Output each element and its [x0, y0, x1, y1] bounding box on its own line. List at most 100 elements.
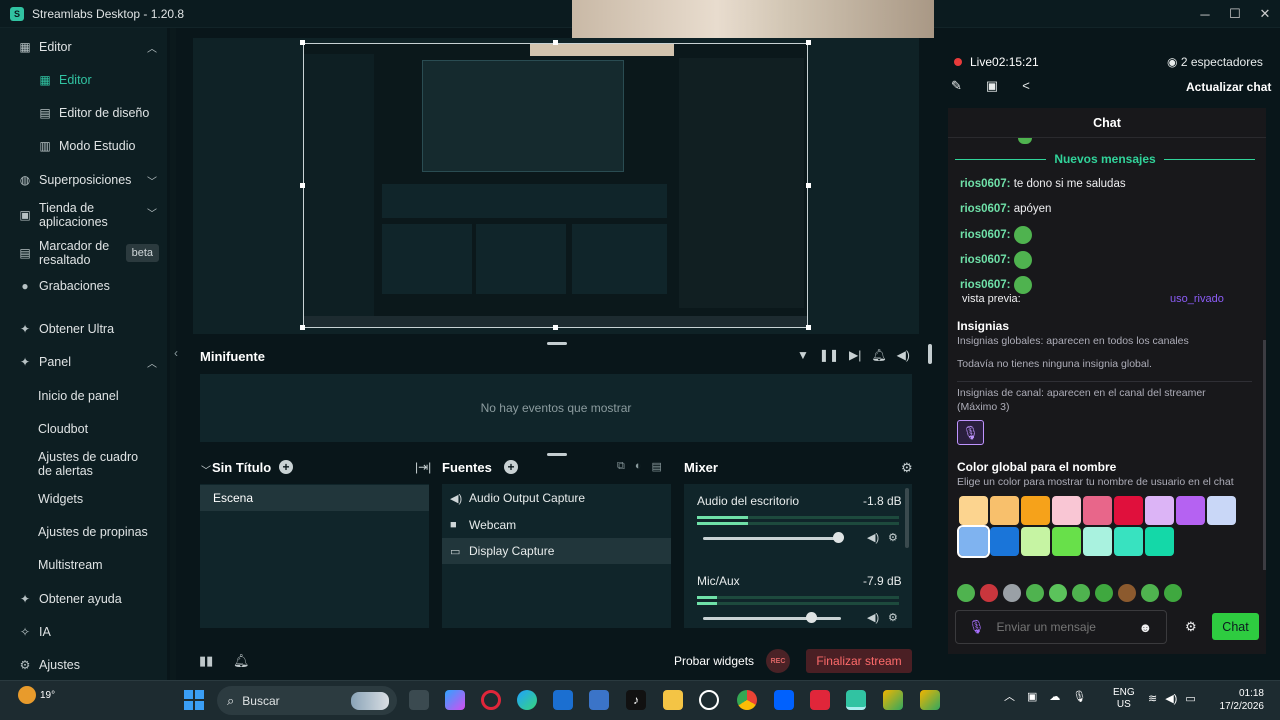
- sidebar-item-ai[interactable]: ✧ IA: [0, 623, 167, 641]
- chat-username[interactable]: rios0607:: [960, 229, 1011, 241]
- scene-item[interactable]: Escena: [200, 485, 429, 511]
- resize-handle[interactable]: [806, 40, 811, 45]
- mute-icon[interactable]: ◀): [867, 611, 879, 624]
- source-item-audio[interactable]: ◀) Audio Output Capture: [442, 485, 671, 511]
- source-item-webcam[interactable]: ■ Webcam: [442, 512, 671, 538]
- chat-username[interactable]: rios0607:: [960, 254, 1011, 266]
- sidebar-item-editor[interactable]: ▦ Editor ︿: [0, 38, 167, 56]
- weather-widget[interactable]: 19°: [18, 686, 55, 704]
- app-icon[interactable]: [883, 690, 903, 710]
- emote-icon[interactable]: [1141, 584, 1159, 602]
- resize-handle[interactable]: [553, 40, 558, 45]
- sidebar-item-highlighter[interactable]: ▤ Marcador de resaltado beta: [0, 238, 167, 268]
- sidebar-item-dashboard[interactable]: ✦ Panel ︿: [0, 353, 167, 371]
- sidebar-item-tips[interactable]: Ajustes de propinas: [0, 523, 167, 541]
- display-capture-preview[interactable]: [303, 43, 808, 328]
- store-app-icon[interactable]: [589, 690, 609, 710]
- emoji-picker-icon[interactable]: ☻: [1139, 620, 1153, 635]
- chat-scrollbar[interactable]: [1263, 340, 1266, 570]
- share-icon[interactable]: <: [1022, 78, 1030, 94]
- tiktok-icon[interactable]: ♪: [626, 690, 646, 710]
- channel-settings-icon[interactable]: ⚙: [888, 611, 898, 624]
- taskbar-search[interactable]: ⌕ Buscar: [217, 686, 397, 715]
- add-scene-icon[interactable]: +: [279, 460, 293, 474]
- tray-chevron-icon[interactable]: ︿: [1004, 688, 1015, 704]
- mixer-scrollbar[interactable]: [905, 488, 909, 548]
- chat-send-button[interactable]: Chat: [1212, 613, 1259, 640]
- color-swatch[interactable]: [957, 525, 990, 558]
- sidebar-item-alertbox[interactable]: Ajustes de cuadro de alertas: [0, 449, 167, 479]
- emote-icon[interactable]: [1072, 584, 1090, 602]
- chat-message-input[interactable]: 🎙︎ ☻: [955, 610, 1167, 644]
- sidebar-item-help[interactable]: ✦ Obtener ayuda: [0, 590, 167, 608]
- resize-handle[interactable]: [806, 183, 811, 188]
- streamlabs-taskbar-icon[interactable]: [846, 690, 866, 710]
- close-button[interactable]: ✕: [1250, 6, 1280, 22]
- microphone-icon[interactable]: 🎙︎: [1072, 690, 1086, 703]
- pause-icon[interactable]: ❚❚: [819, 348, 839, 362]
- dropbox-icon[interactable]: [774, 690, 794, 710]
- refresh-chat-button[interactable]: Actualizar chat: [1186, 80, 1271, 94]
- resize-handle[interactable]: [553, 325, 558, 330]
- sidebar-item-studio-mode[interactable]: ▥ Modo Estudio: [0, 137, 167, 155]
- mixer-settings-icon[interactable]: ⚙: [901, 460, 913, 476]
- source-copy-icon[interactable]: ⧉: [617, 460, 625, 473]
- resize-handle[interactable]: [806, 325, 811, 330]
- color-swatch[interactable]: [1114, 527, 1143, 556]
- emote-icon[interactable]: [1164, 584, 1182, 602]
- sidebar-item-widgets[interactable]: Widgets: [0, 490, 167, 508]
- source-folder-icon[interactable]: ▤: [652, 460, 662, 473]
- collapse-left-icon[interactable]: ‹: [174, 346, 178, 360]
- color-swatch[interactable]: [1145, 527, 1174, 556]
- emote-icon[interactable]: [1003, 584, 1021, 602]
- color-swatch[interactable]: [1021, 527, 1050, 556]
- volume-slider[interactable]: [703, 537, 841, 540]
- sidebar-item-ultra[interactable]: ✦ Obtener Ultra: [0, 320, 167, 338]
- mic-icon[interactable]: 🎙︎: [968, 619, 985, 635]
- scenes-title[interactable]: Sin Título: [212, 460, 271, 475]
- chat-username[interactable]: rios0607:: [960, 279, 1011, 291]
- emote-icon[interactable]: [957, 584, 975, 602]
- preview-resize-handle[interactable]: [547, 342, 567, 345]
- source-item-display[interactable]: ▭ Display Capture: [442, 538, 671, 564]
- channel-badge-mic-icon[interactable]: 🎙︎: [957, 420, 984, 445]
- bell-icon[interactable]: 🔔︎: [871, 348, 886, 362]
- add-source-icon[interactable]: +: [504, 460, 518, 474]
- onedrive-icon[interactable]: ☁: [1049, 690, 1060, 703]
- sidebar-item-overlays[interactable]: ◍ Superposiciones ﹀: [0, 171, 167, 189]
- color-swatch[interactable]: [1052, 527, 1081, 556]
- color-swatch[interactable]: [1052, 496, 1081, 525]
- network-volume-battery[interactable]: ≋ ◀) ▭: [1148, 692, 1196, 705]
- emote-icon[interactable]: [980, 584, 998, 602]
- start-button[interactable]: [184, 690, 204, 710]
- color-swatch[interactable]: [1207, 496, 1236, 525]
- emote-icon[interactable]: [1049, 584, 1067, 602]
- minimize-button[interactable]: ─: [1190, 7, 1220, 22]
- color-swatch[interactable]: [1083, 496, 1112, 525]
- clipboard-icon[interactable]: ▣: [986, 78, 998, 94]
- skip-icon[interactable]: ▶|: [849, 348, 861, 362]
- volume-slider[interactable]: [703, 617, 841, 620]
- app-icon[interactable]: [920, 690, 940, 710]
- sidebar-item-multistream[interactable]: Multistream: [0, 556, 167, 574]
- resize-handle[interactable]: [300, 183, 305, 188]
- main-scrollbar[interactable]: [928, 344, 932, 364]
- stats-icon[interactable]: ▮▮: [199, 653, 213, 669]
- language-indicator[interactable]: ENG US: [1113, 687, 1135, 711]
- security-app-icon[interactable]: [553, 690, 573, 710]
- test-widgets-button[interactable]: Probar widgets: [674, 654, 754, 668]
- mute-icon[interactable]: ◀): [867, 531, 879, 544]
- channel-settings-icon[interactable]: ⚙: [888, 531, 898, 544]
- color-swatch[interactable]: [1176, 496, 1205, 525]
- emote-icon[interactable]: [1026, 584, 1044, 602]
- sidebar-item-editor-sub[interactable]: ▦ Editor: [0, 71, 167, 89]
- chat-input-field[interactable]: [996, 620, 1137, 634]
- chrome-icon[interactable]: [737, 690, 757, 710]
- chat-username[interactable]: rios0607:: [960, 178, 1011, 190]
- volume-slider-knob[interactable]: [805, 612, 817, 623]
- end-stream-button[interactable]: Finalizar stream: [806, 649, 912, 673]
- task-view-icon[interactable]: [409, 690, 429, 710]
- record-button[interactable]: REC: [766, 649, 790, 673]
- color-swatch[interactable]: [1114, 496, 1143, 525]
- wps-icon[interactable]: [810, 690, 830, 710]
